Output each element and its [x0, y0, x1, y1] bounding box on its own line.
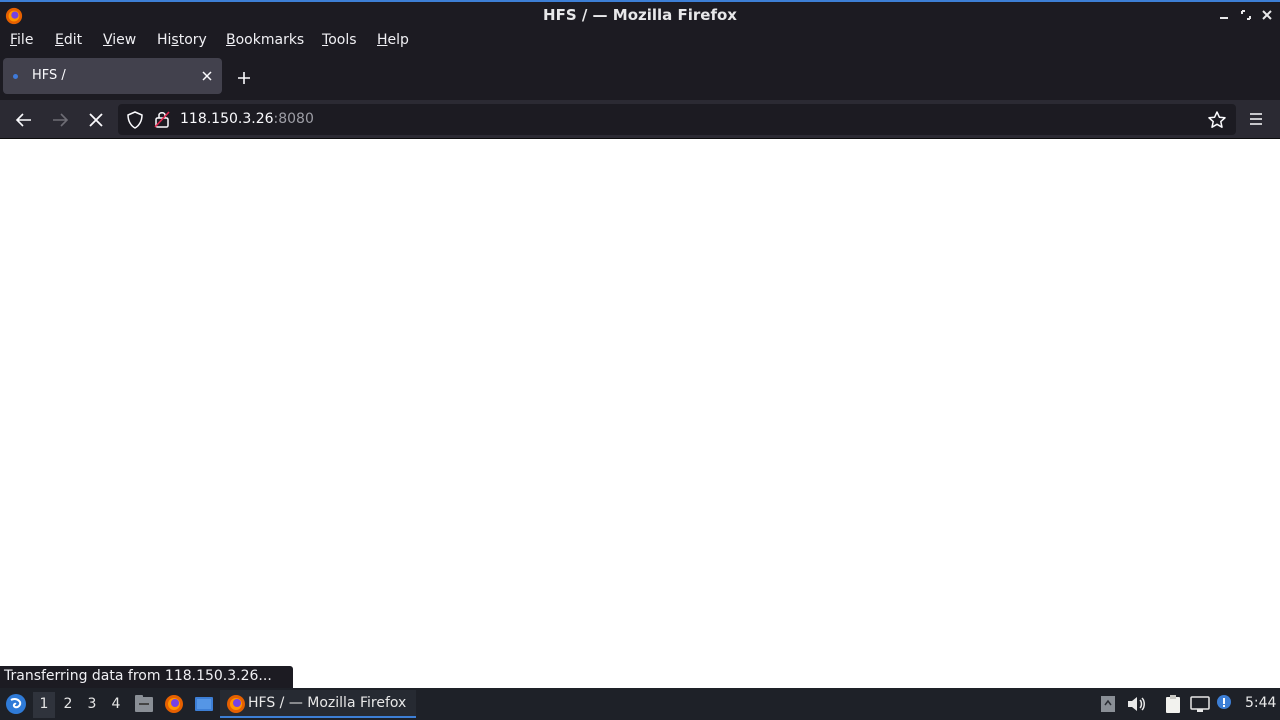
menu-tools[interactable]: Tools — [322, 32, 357, 48]
maximize-button[interactable] — [1237, 6, 1255, 24]
close-icon — [1262, 10, 1272, 20]
hamburger-icon — [1250, 113, 1262, 125]
minimize-button[interactable] — [1215, 6, 1233, 24]
navigation-bar: 118.150.3.26:8080 — [0, 100, 1280, 139]
restore-icon — [1241, 10, 1251, 20]
update-icon — [1101, 696, 1115, 712]
terminal-icon[interactable] — [193, 693, 215, 715]
workspace-1[interactable]: 1 — [33, 692, 55, 718]
firefox-launcher-icon[interactable] — [163, 693, 185, 715]
page-content — [0, 140, 1280, 688]
tray-volume[interactable] — [1125, 693, 1147, 715]
taskbar: 1 2 3 4 HFS / — Mozilla Firefox 5:44 — [0, 688, 1280, 720]
tray-network[interactable] — [1189, 693, 1211, 715]
minimize-icon — [1220, 17, 1228, 19]
network-icon — [1190, 696, 1210, 712]
url-text[interactable]: 118.150.3.26:8080 — [180, 111, 314, 127]
tray-clipboard[interactable] — [1162, 693, 1184, 715]
url-bar[interactable]: 118.150.3.26:8080 — [118, 104, 1236, 135]
plus-icon — [238, 72, 250, 84]
file-manager-icon[interactable] — [133, 693, 155, 715]
menu-bar: File Edit View History Bookmarks Tools H… — [0, 28, 1280, 55]
task-label: HFS / — Mozilla Firefox — [248, 695, 407, 711]
window-titlebar: HFS / — Mozilla Firefox — [0, 0, 1280, 28]
status-panel: Transferring data from 118.150.3.26... — [0, 666, 293, 688]
menu-history[interactable]: History — [157, 32, 207, 48]
tab-close-button[interactable] — [200, 69, 214, 83]
menu-help[interactable]: Help — [377, 32, 409, 48]
volume-icon — [1128, 697, 1145, 711]
bookmark-star-icon[interactable] — [1207, 110, 1227, 130]
menu-file[interactable]: File — [10, 32, 33, 48]
loading-dot-icon — [13, 74, 18, 79]
stop-button[interactable] — [83, 107, 109, 133]
tab-hfs[interactable]: HFS / — [3, 58, 222, 94]
tray-update-indicator[interactable] — [1097, 693, 1119, 715]
forward-arrow-icon — [53, 113, 69, 127]
menu-bookmarks[interactable]: Bookmarks — [226, 32, 304, 48]
app-menu-button[interactable] — [1244, 107, 1268, 131]
stop-x-icon — [89, 113, 103, 127]
tab-strip: HFS / — [0, 55, 1280, 100]
shield-icon — [127, 111, 143, 129]
menu-view[interactable]: View — [103, 32, 136, 48]
tab-title: HFS / — [32, 68, 66, 83]
window-title: HFS / — Mozilla Firefox — [543, 6, 737, 24]
menu-edit[interactable]: Edit — [55, 32, 82, 48]
tray-notification[interactable] — [1213, 691, 1235, 713]
close-window-button[interactable] — [1258, 6, 1276, 24]
info-icon — [1217, 695, 1231, 709]
back-arrow-icon — [15, 113, 31, 127]
clock[interactable]: 5:44 — [1245, 695, 1276, 711]
back-button[interactable] — [11, 107, 37, 133]
workspace-2[interactable]: 2 — [57, 696, 79, 712]
workspace-3[interactable]: 3 — [81, 696, 103, 712]
close-icon — [202, 71, 212, 81]
insecure-lock-icon[interactable] — [154, 110, 170, 128]
firefox-icon — [227, 695, 245, 713]
workspace-4[interactable]: 4 — [105, 696, 127, 712]
new-tab-button[interactable] — [233, 67, 255, 89]
taskbar-firefox-task[interactable]: HFS / — Mozilla Firefox — [220, 690, 416, 718]
forward-button[interactable] — [47, 107, 73, 133]
start-menu-icon[interactable] — [4, 692, 28, 716]
clipboard-icon — [1166, 695, 1180, 713]
